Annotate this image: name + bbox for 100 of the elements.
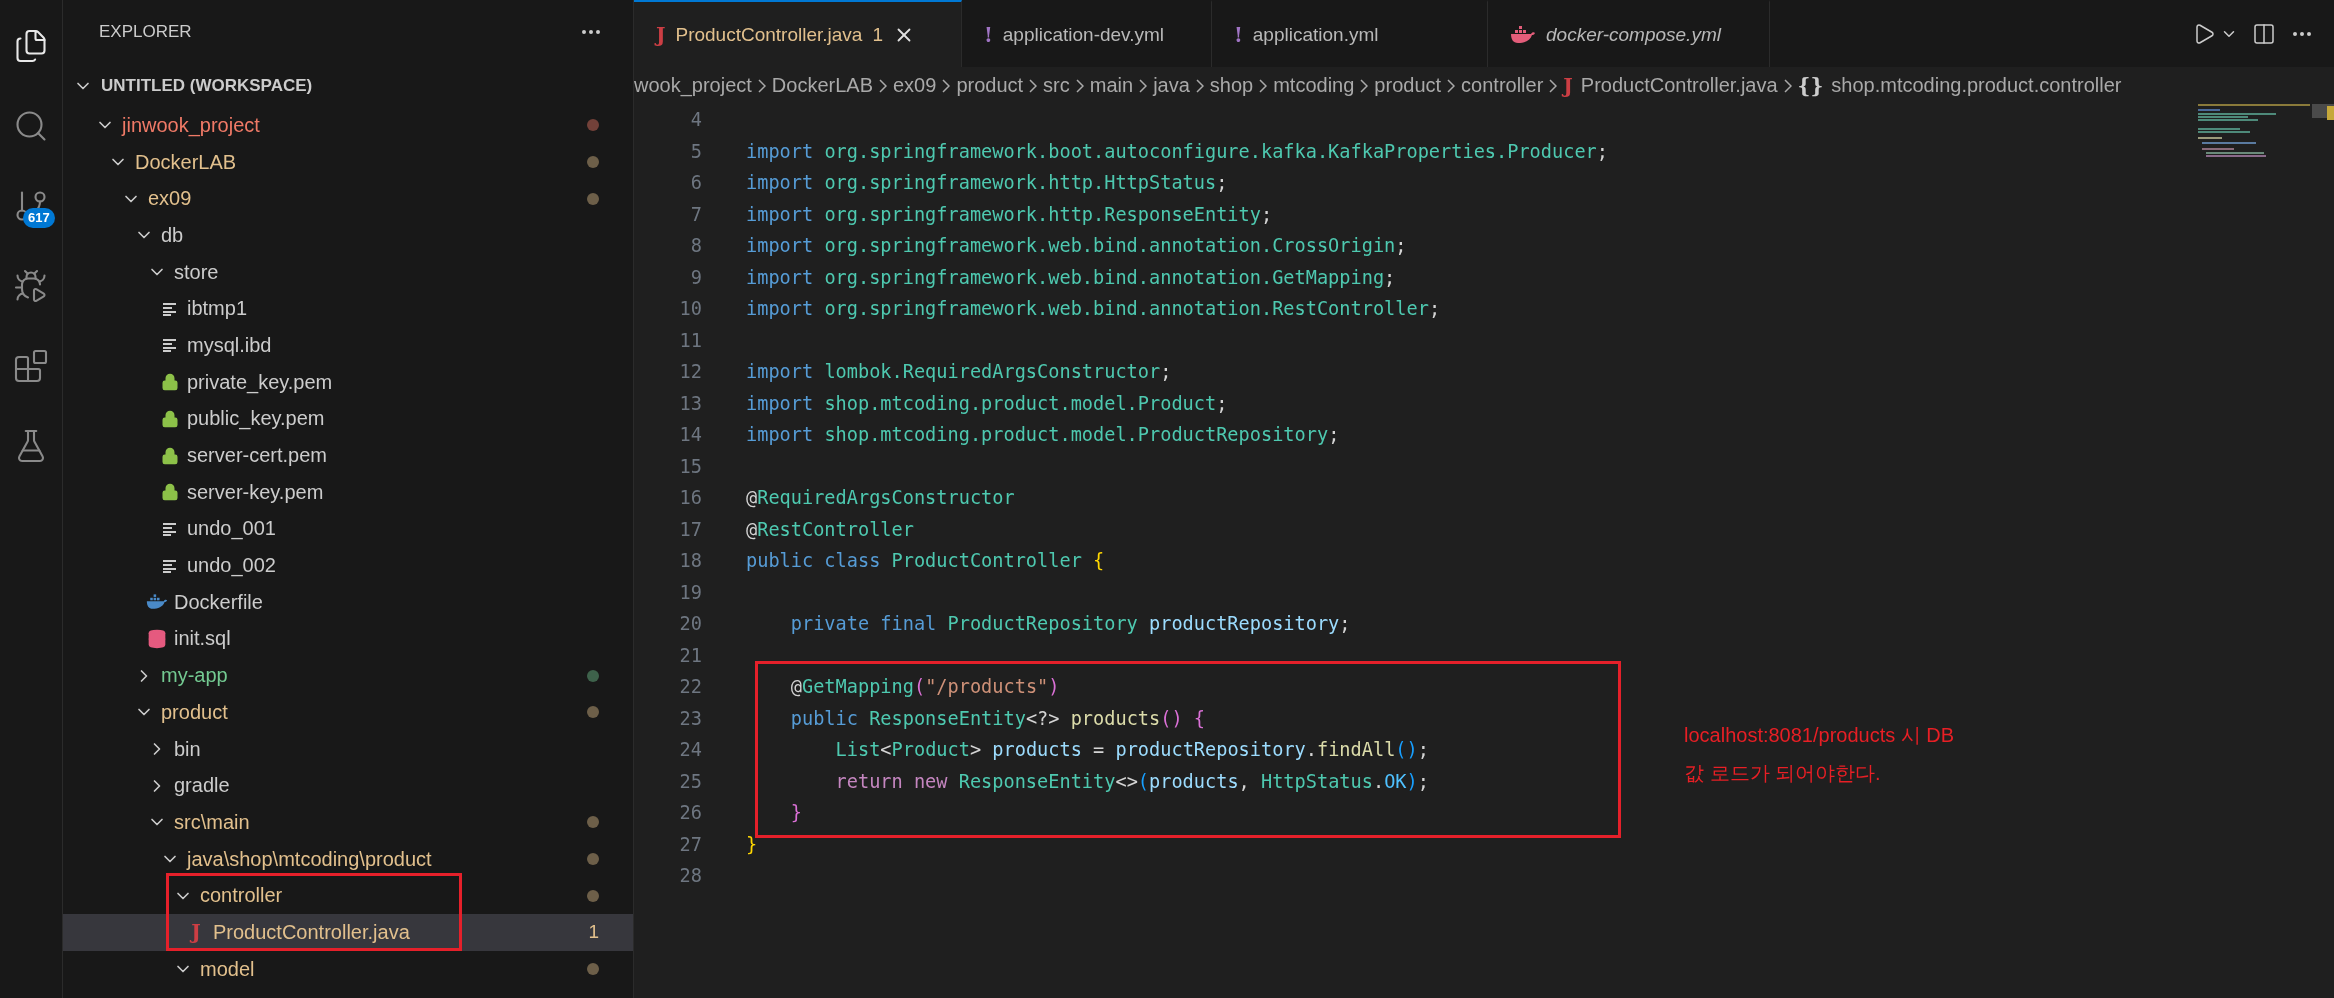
folder-item[interactable]: src\main [63, 804, 633, 841]
folder-item[interactable]: controller [63, 877, 633, 915]
line-number: 15 [678, 455, 702, 477]
file-item[interactable]: mysql.ibd [63, 327, 633, 364]
status-dot [587, 853, 599, 866]
line-number: 28 [678, 865, 702, 887]
lock-icon [161, 446, 179, 465]
file-type-icon: {} [1797, 73, 1824, 98]
code-line: import org.springframework.web.bind.annotation.GetMapping; [746, 266, 1396, 288]
code-line: } [789, 802, 802, 824]
line-number: 11 [678, 329, 702, 351]
file-item[interactable]: private_key.pem [63, 363, 633, 401]
folder-item[interactable]: ex09 [63, 180, 633, 218]
breadcrumb-item[interactable]: ex09 [893, 74, 937, 97]
file-item[interactable]: undo_001 [63, 510, 633, 548]
file-item[interactable]: init.sql [63, 620, 633, 658]
split-editor-icon[interactable] [2252, 21, 2276, 46]
breadcrumb-item[interactable]: wook_project [634, 74, 752, 97]
folder-item[interactable]: java\shop\mtcoding\product [63, 840, 633, 878]
line-number: 5 [689, 140, 702, 162]
chevron-icon [942, 78, 951, 93]
breadcrumb-item[interactable]: src [1043, 74, 1070, 97]
file-type-icon: J [656, 22, 666, 47]
chevron-icon [1360, 78, 1369, 93]
run-debug-icon[interactable] [13, 268, 49, 304]
folder-item[interactable]: DockerLAB [63, 143, 633, 181]
line-number: 24 [678, 739, 702, 761]
status-dot [587, 119, 599, 132]
line-number: 16 [678, 487, 702, 509]
code-line: @RequiredArgsConstructor [746, 487, 1015, 509]
line-number: 22 [678, 676, 702, 698]
database-icon [147, 628, 167, 649]
file-item[interactable]: ibtmp1 [63, 290, 633, 328]
line-number: 14 [678, 424, 702, 446]
breadcrumb-item[interactable]: {} shop.mtcoding.product.controller [1797, 73, 2122, 98]
line-number: 20 [678, 613, 702, 635]
breadcrumb-item[interactable]: controller [1461, 74, 1544, 97]
folder-item[interactable]: jinwook_project [63, 107, 633, 144]
whale-icon [146, 593, 168, 612]
folder-item[interactable]: db [63, 217, 633, 254]
workspace-header[interactable]: UNTITLED (WORKSPACE) [63, 64, 633, 107]
extensions-icon[interactable] [13, 348, 49, 384]
breadcrumb-item[interactable]: mtcoding [1273, 74, 1355, 97]
scroll-bar [2312, 104, 2334, 120]
line-number: 21 [678, 644, 702, 666]
annotation-note: localhost:8081/products 시 DB 값 로드가 되어야한다. [1684, 723, 1955, 786]
code-line: List<Product> products = productRepository.findAll(); [834, 739, 1429, 761]
line-number: 13 [678, 392, 702, 414]
code-line: import org.springframework.web.bind.annotation.CrossOrigin; [746, 235, 1407, 257]
chevron-icon [1447, 78, 1456, 93]
breadcrumb-item[interactable]: java [1153, 74, 1190, 97]
folder-item[interactable]: store [63, 253, 633, 291]
text-file-icon [162, 300, 178, 317]
problem-count: 1 [588, 921, 599, 944]
line-number: 7 [689, 203, 702, 225]
folder-item[interactable]: gradle [63, 767, 633, 805]
code-line: @GetMapping("/products") [789, 676, 1060, 698]
file-type-icon: J [191, 920, 201, 945]
code-line: } [746, 833, 758, 855]
breadcrumb-item[interactable]: J ProductController.java [1563, 73, 1778, 98]
code-line: import org.springframework.http.ResponseEntity; [746, 203, 1273, 225]
line-number: 17 [678, 518, 702, 540]
lock-icon [161, 483, 179, 502]
files-icon[interactable] [13, 28, 49, 64]
file-item[interactable]: server-key.pem [63, 473, 633, 511]
breadcrumb-item[interactable]: shop [1209, 74, 1254, 97]
breadcrumb-item[interactable]: DockerLAB [771, 74, 873, 97]
file-item[interactable]: J ProductController.java 1 [63, 914, 633, 951]
status-dot [587, 889, 599, 902]
file-item[interactable]: undo_002 [63, 547, 633, 584]
code-line: import org.springframework.boot.autoconfigure.kafka.KafkaProperties.Producer; [746, 140, 1608, 162]
folder-item[interactable]: product [63, 694, 633, 731]
line-number: 4 [689, 109, 702, 131]
editor-tab[interactable]: J ProductController.java 1 [634, 0, 962, 67]
code-line: public class ProductController { [746, 550, 1105, 572]
chevron-icon [1259, 78, 1268, 93]
folder-item[interactable]: model [63, 950, 633, 988]
breadcrumb-item[interactable]: main [1089, 74, 1134, 97]
whale-icon [1510, 25, 1536, 44]
file-item[interactable]: public_key.pem [63, 400, 633, 438]
status-dot [587, 963, 599, 976]
code-line: import lombok.RequiredArgsConstructor; [746, 361, 1172, 383]
file-item[interactable]: Dockerfile [63, 583, 633, 621]
breadcrumb-item[interactable]: product [1374, 74, 1442, 97]
text-file-icon [162, 557, 178, 574]
panel-title: EXPLORER [99, 22, 192, 42]
code-line: return new ResponseEntity<>(products, HttpStatus.OK); [834, 770, 1429, 792]
status-dot [587, 192, 599, 205]
breadcrumb-item[interactable]: product [956, 74, 1024, 97]
chevron-icon [1139, 78, 1148, 93]
folder-item[interactable]: bin [63, 730, 633, 768]
chevron-icon [757, 78, 766, 93]
code-line: @RestController [746, 518, 914, 540]
search-icon[interactable] [13, 108, 49, 144]
code-line: import shop.mtcoding.product.model.ProductRepository; [746, 424, 1340, 446]
file-item[interactable]: server-cert.pem [63, 437, 633, 474]
folder-item[interactable]: my-app [63, 657, 633, 694]
file-type-icon: ! [984, 22, 993, 47]
line-number: 19 [678, 581, 702, 603]
line-number: 25 [678, 770, 702, 792]
